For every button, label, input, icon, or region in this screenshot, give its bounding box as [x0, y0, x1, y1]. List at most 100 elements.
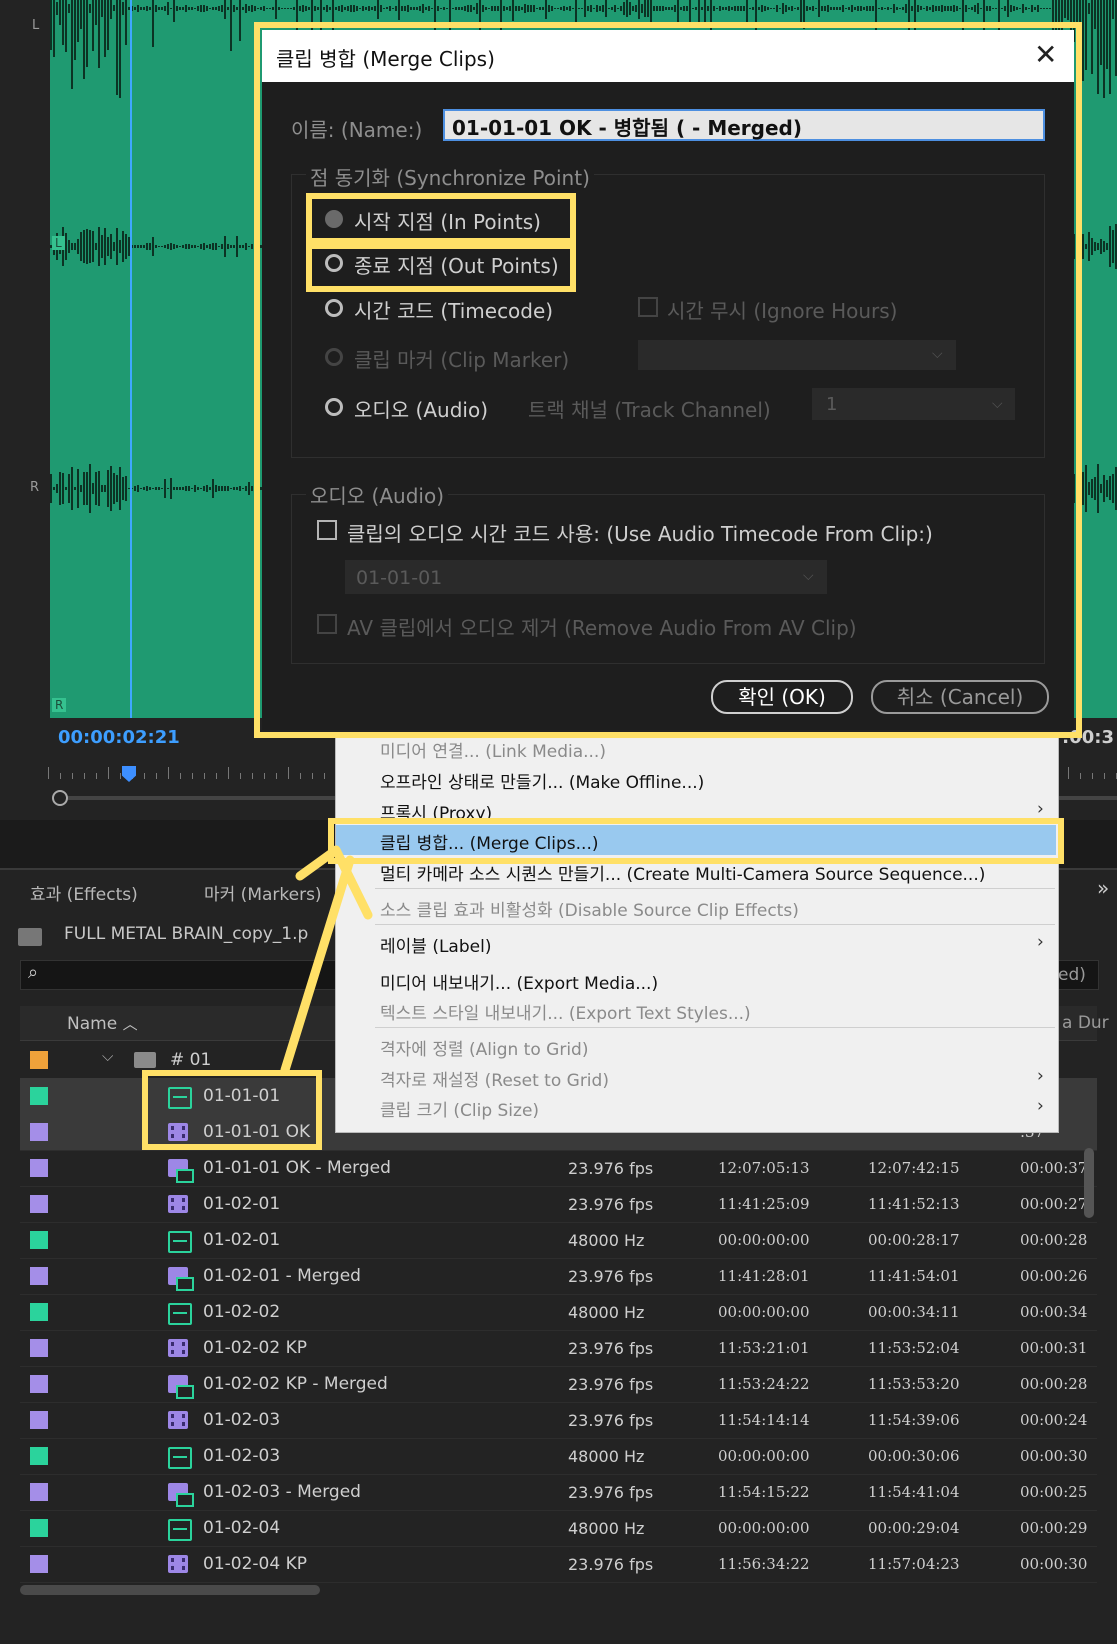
table-row[interactable]: 01-02-01 23.976 fps 11:41:25:09 11:41:52:13… [20, 1186, 1097, 1223]
label-swatch[interactable] [30, 1303, 48, 1321]
waveform-bar [860, 5, 862, 12]
table-row[interactable]: 01-02-01 48000 Hz 00:00:00:00 00:00:28:17 00… [20, 1222, 1097, 1259]
panel-overflow-icon[interactable]: » [1097, 876, 1109, 900]
waveform-bar [554, 7, 556, 10]
waveform-bar [530, 5, 532, 12]
label-swatch[interactable] [30, 1375, 48, 1393]
clip-name[interactable]: 01-02-04 [203, 1518, 280, 1538]
waveform-bar [176, 487, 178, 490]
audio-clip-icon [168, 1231, 192, 1253]
menu-item[interactable]: 오프라인 상태로 만들기... (Make Offline...) [380, 768, 704, 793]
clip-name[interactable]: 01-02-04 KP [203, 1554, 307, 1574]
label-swatch[interactable] [30, 1051, 48, 1069]
folder-name: # 01 [170, 1050, 212, 1070]
clip-name[interactable]: 01-02-01 [203, 1194, 280, 1214]
tab-markers[interactable]: 마커 (Markers) [204, 880, 322, 905]
waveform-bar [653, 5, 655, 12]
column-duration[interactable]: a Dur [1062, 1013, 1109, 1033]
menu-item[interactable]: 레이블 (Label) [380, 932, 491, 957]
waveform-bar [146, 5, 148, 12]
table-row[interactable]: 01-02-02 KP - Merged 23.976 fps 11:53:24:2… [20, 1366, 1097, 1403]
waveform-bar [1016, 6, 1018, 11]
label-swatch[interactable] [30, 1483, 48, 1501]
chevron-down-icon[interactable]: ⌵ [102, 1047, 113, 1065]
label-swatch[interactable] [30, 1123, 48, 1141]
waveform-bar [584, 0, 586, 17]
waveform-bar [206, 6, 208, 11]
label-swatch[interactable] [30, 1159, 48, 1177]
waveform-bar [1034, 6, 1036, 11]
table-row[interactable]: 01-02-04 KP 23.976 fps 11:56:34:22 11:57:04… [20, 1546, 1097, 1583]
frame-rate: 48000 Hz [568, 1519, 645, 1538]
waveform-bar [194, 7, 196, 10]
waveform-bar [758, 7, 760, 10]
waveform-bar [1013, 6, 1015, 11]
waveform-bar [863, 7, 865, 10]
ruler-tick [108, 767, 109, 779]
ruler-tick [288, 767, 289, 779]
waveform-bar [215, 485, 217, 492]
clip-name[interactable]: 01-02-03 [203, 1410, 280, 1430]
waveform-bar [617, 7, 619, 10]
waveform-bar [167, 487, 169, 490]
waveform-bar [1112, 474, 1114, 503]
waveform-bar [578, 7, 580, 9]
label-swatch[interactable] [30, 1447, 48, 1465]
column-name[interactable]: Name ︿ [67, 1013, 138, 1034]
table-row[interactable]: 01-02-03 - Merged 23.976 fps 11:54:15:22 11… [20, 1474, 1097, 1511]
waveform-bar [881, 6, 883, 11]
tab-effects[interactable]: 효과 (Effects) [30, 880, 138, 905]
table-row[interactable]: 01-02-03 23.976 fps 11:54:14:14 11:54:39:06… [20, 1402, 1097, 1439]
table-row[interactable]: 01-02-01 - Merged 23.976 fps 11:41:28:01 11… [20, 1258, 1097, 1295]
waveform-bar [209, 243, 211, 250]
waveform-bar [167, 2, 169, 15]
video-clip-icon [168, 1195, 188, 1213]
clip-name[interactable]: 01-02-02 KP - Merged [203, 1374, 388, 1394]
clip-name[interactable]: 01-01-01 OK - Merged [203, 1158, 391, 1178]
waveform-bar [74, 242, 76, 251]
label-swatch[interactable] [30, 1267, 48, 1285]
waveform-bar [812, 6, 814, 11]
clip-name[interactable]: 01-02-01 - Merged [203, 1266, 361, 1286]
table-row[interactable]: 01-02-02 48000 Hz 00:00:00:00 00:00:34:11 00… [20, 1294, 1097, 1331]
waveform-bar [527, 5, 529, 12]
table-row[interactable]: 01-02-03 48000 Hz 00:00:00:00 00:00:30:06 00… [20, 1438, 1097, 1475]
waveform-bar [1094, 242, 1096, 251]
label-swatch[interactable] [30, 1339, 48, 1357]
label-swatch[interactable] [30, 1195, 48, 1213]
waveform-bar [476, 2, 478, 15]
waveform-bar [260, 7, 262, 10]
waveform-bar [1067, 0, 1069, 20]
clip-name[interactable]: 01-02-02 KP [203, 1338, 307, 1358]
horizontal-scrollbar[interactable] [20, 1585, 320, 1595]
label-swatch[interactable] [30, 1411, 48, 1429]
waveform-bar [590, 5, 592, 12]
waveform-bar [116, 475, 118, 502]
media-start: 00:00:00:00 [718, 1231, 810, 1249]
audio-clip-icon [168, 1519, 192, 1541]
table-row[interactable]: 01-02-02 KP 23.976 fps 11:53:21:01 11:53:52… [20, 1330, 1097, 1367]
sort-ascending-icon: ︿ [122, 1015, 138, 1033]
waveform-bar [164, 6, 166, 11]
label-swatch[interactable] [30, 1555, 48, 1573]
waveform-bar [134, 486, 136, 491]
menu-item[interactable]: 미디어 내보내기... (Export Media...) [380, 969, 658, 994]
waveform-bar [773, 7, 775, 10]
clip-name[interactable]: 01-02-02 [203, 1302, 280, 1322]
current-timecode[interactable]: 00:00:02:21 [58, 727, 180, 748]
clip-name[interactable]: 01-02-03 - Merged [203, 1482, 361, 1502]
label-swatch[interactable] [30, 1231, 48, 1249]
waveform-bar [152, 487, 154, 489]
vertical-scrollbar[interactable] [1084, 1148, 1094, 1218]
waveform-bar [443, 7, 445, 10]
table-row[interactable]: 01-01-01 OK - Merged 23.976 fps 12:07:05:1… [20, 1150, 1097, 1187]
label-swatch[interactable] [30, 1519, 48, 1537]
waveform-bar [833, 7, 835, 10]
zoom-handle[interactable] [52, 790, 68, 806]
media-start: 11:56:34:22 [718, 1555, 810, 1573]
clip-name[interactable]: 01-02-01 [203, 1230, 280, 1250]
table-row[interactable]: 01-02-04 48000 Hz 00:00:00:00 00:00:29:04 00… [20, 1510, 1097, 1547]
waveform-bar [368, 5, 370, 12]
clip-name[interactable]: 01-02-03 [203, 1446, 280, 1466]
label-swatch[interactable] [30, 1087, 48, 1105]
